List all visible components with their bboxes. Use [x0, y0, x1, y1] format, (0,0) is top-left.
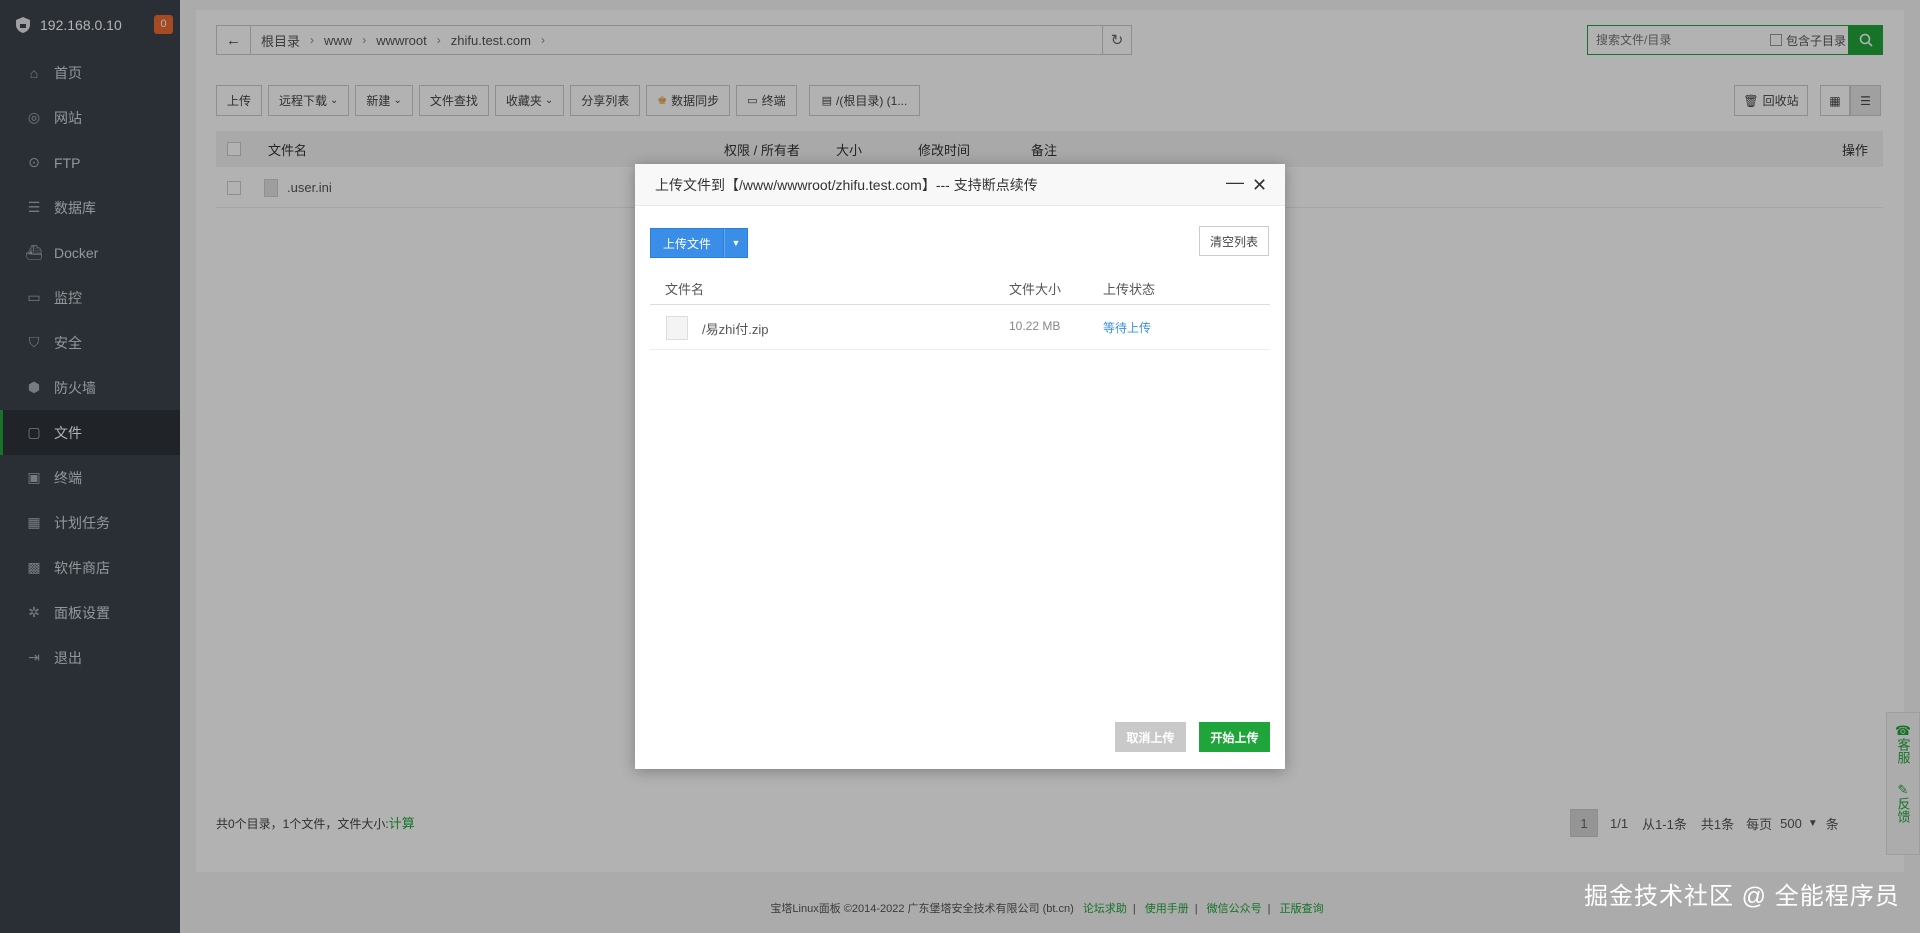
caret-down-icon[interactable]: ▼: [724, 228, 749, 258]
minimize-icon[interactable]: —: [1226, 172, 1244, 193]
file-icon: [666, 316, 688, 340]
upload-status: 等待上传: [1103, 321, 1152, 335]
upload-file-button[interactable]: 上传文件: [650, 228, 725, 258]
upload-file-button-group: 上传文件 ▼: [650, 228, 749, 258]
upload-file-name: /易zhi付.zip: [702, 322, 769, 337]
upload-file-row: /易zhi付.zip 10.22 MB 等待上传: [650, 305, 1270, 350]
upload-dialog: 上传文件到【/www/wwwroot/zhifu.test.com】--- 支持…: [635, 164, 1285, 769]
close-icon[interactable]: ✕: [1252, 175, 1267, 196]
dialog-title: 上传文件到【/www/wwwroot/zhifu.test.com】--- 支持…: [655, 176, 1038, 193]
dialog-header: 上传文件到【/www/wwwroot/zhifu.test.com】--- 支持…: [635, 164, 1285, 206]
cancel-upload-button[interactable]: 取消上传: [1115, 722, 1186, 752]
upload-table-header: 文件名 文件大小 上传状态: [650, 269, 1270, 305]
clear-list-button[interactable]: 清空列表: [1199, 226, 1269, 256]
start-upload-button[interactable]: 开始上传: [1199, 722, 1270, 752]
watermark: 掘金技术社区 @ 全能程序员: [1584, 883, 1900, 910]
upload-file-size: 10.22 MB: [1009, 319, 1061, 333]
